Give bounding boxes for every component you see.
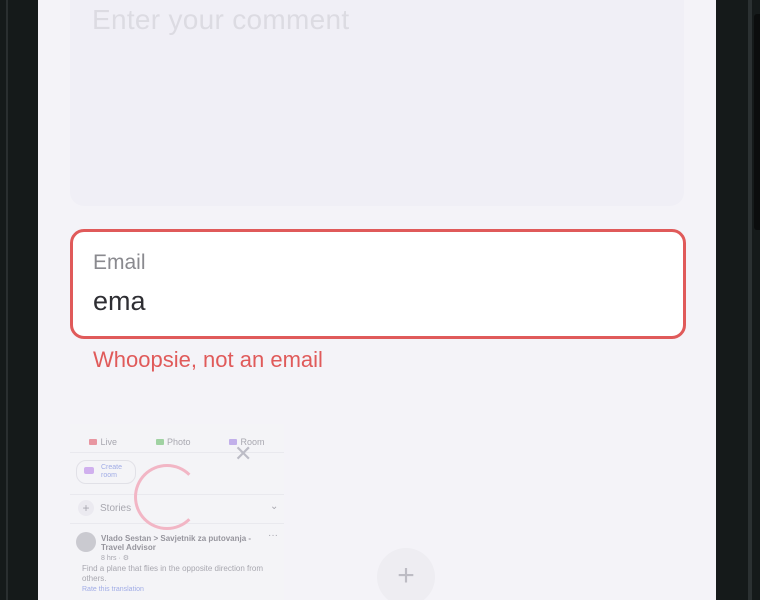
plus-icon: + (78, 500, 94, 516)
email-error-message: Whoopsie, not an email (93, 347, 323, 372)
comment-textarea[interactable]: Enter your comment (70, 0, 684, 206)
more-icon: ··· (268, 530, 278, 541)
spinner-icon (134, 464, 200, 530)
thumbnail-post-author: Vlado Sestan > Savjetnik za putovanja - … (101, 534, 252, 552)
photo-icon (155, 439, 164, 445)
thumbnail-post-meta: 8 hrs · ⚙ (101, 555, 130, 562)
thumbnail-stories-label: Stories (100, 503, 132, 514)
thumbnail-tab-label: Live (100, 437, 117, 447)
close-icon[interactable]: ✕ (234, 443, 252, 465)
thumbnail-tab-live: Live (89, 437, 117, 447)
add-attachment-button[interactable]: + (377, 548, 435, 600)
app-screen: Enter your comment Email Whoopsie, not a… (38, 0, 716, 600)
chevron-down-icon: ⌄ (270, 501, 279, 512)
thumbnail-post-text: Find a plane that flies in the opposite … (82, 564, 263, 583)
room-icon (84, 467, 94, 474)
avatar (76, 532, 96, 552)
bezel-edge-left (6, 0, 8, 600)
email-label: Email (93, 251, 146, 274)
thumbnail-create-room: Create room (76, 460, 136, 484)
comment-placeholder: Enter your comment (92, 4, 350, 35)
thumbnail-tab-label: Photo (166, 437, 191, 447)
thumbnail-create-room-label: Create room (101, 464, 123, 479)
plus-icon: + (397, 559, 415, 592)
bezel-edge-right (748, 0, 752, 600)
thumbnail-tab-photo: Photo (155, 437, 191, 447)
email-input[interactable] (93, 286, 653, 317)
thumbnail-translation-link: Rate this translation (82, 586, 144, 593)
email-field[interactable]: Email (70, 229, 686, 339)
device-side-button (754, 14, 760, 230)
video-icon (89, 439, 98, 445)
